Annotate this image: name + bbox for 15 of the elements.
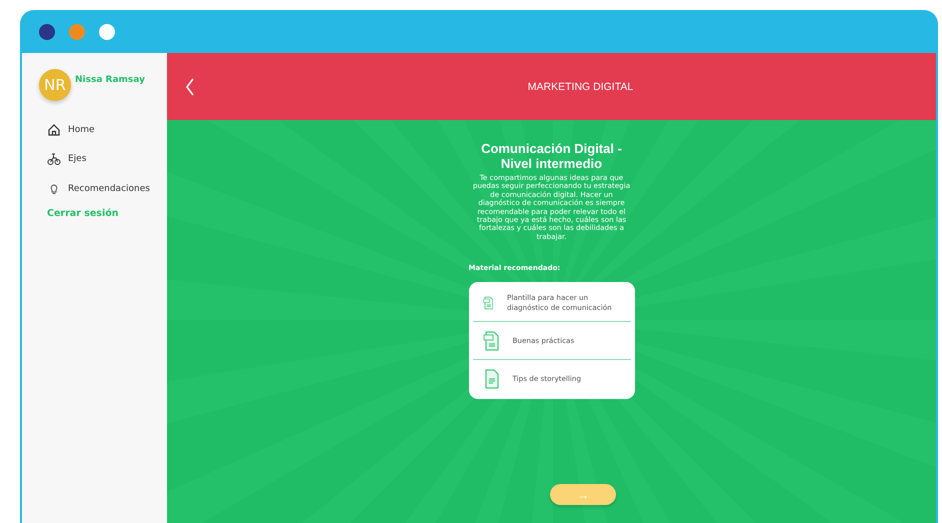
window-control-dot[interactable] xyxy=(69,24,85,40)
document-icon xyxy=(482,368,498,389)
window-control-dot[interactable] xyxy=(39,24,55,40)
bicycle-icon xyxy=(47,152,61,166)
nav-item[interactable]: Home xyxy=(39,115,167,144)
nav-item[interactable]: Ejes xyxy=(39,144,167,174)
user-name: Nissa Ramsay xyxy=(75,75,145,85)
home-icon xyxy=(47,122,61,137)
nav-item[interactable]: Recomendaciones xyxy=(39,174,167,204)
content-title: Comunicación Digital - Nivel intermedio xyxy=(480,141,623,171)
window-control-dot[interactable] xyxy=(99,24,115,40)
avatar: NR xyxy=(39,69,71,101)
back-button[interactable] xyxy=(185,78,195,96)
pdf-file-icon xyxy=(482,330,498,351)
page-title: MARKETING DIGITAL xyxy=(526,80,634,92)
